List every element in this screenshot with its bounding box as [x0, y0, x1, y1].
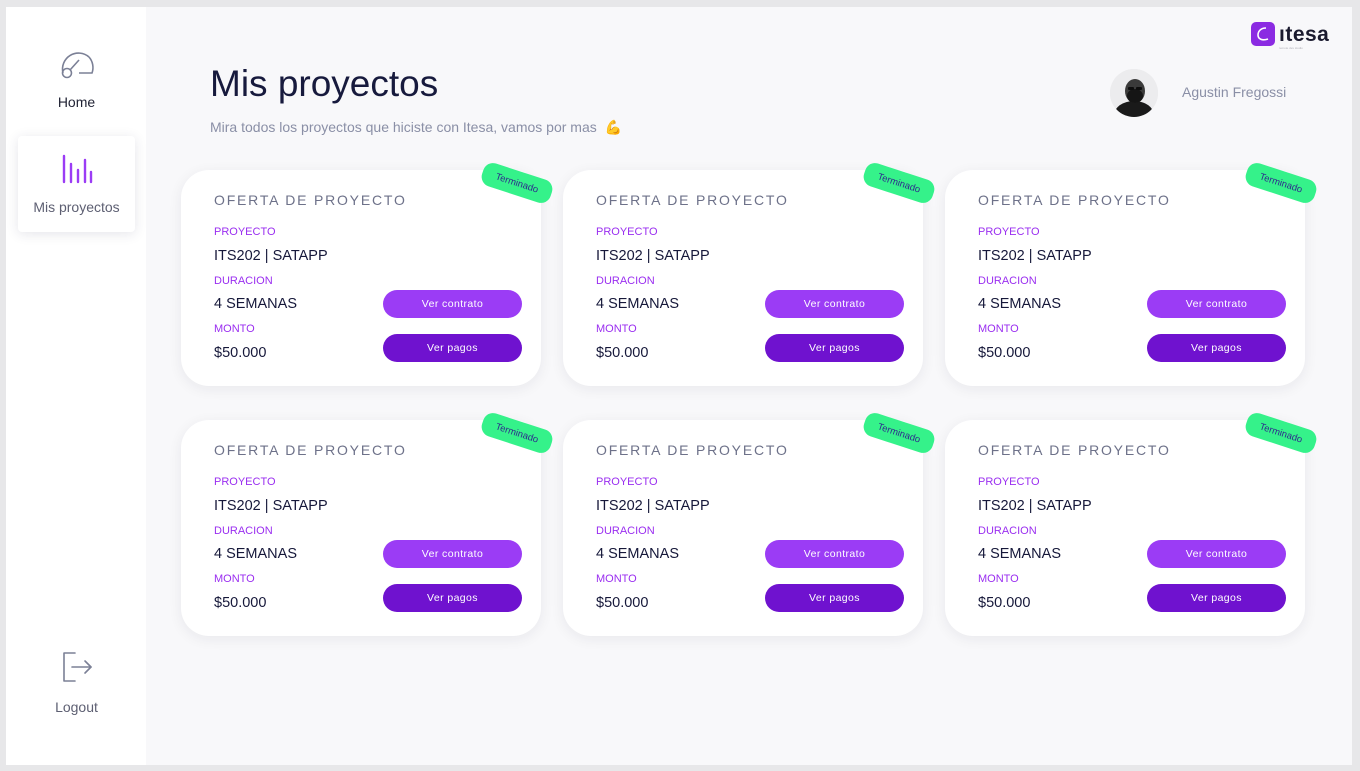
- card-title: OFERTA DE PROYECTO: [596, 192, 789, 208]
- view-payments-button[interactable]: Ver pagos: [765, 584, 904, 612]
- avatar[interactable]: [1110, 69, 1158, 117]
- amount-value: $50.000: [978, 345, 1031, 361]
- project-label: PROYECTO: [214, 226, 276, 238]
- project-label: PROYECTO: [978, 476, 1040, 488]
- amount-value: $50.000: [214, 345, 267, 361]
- status-badge: Terminado: [1243, 160, 1319, 206]
- duration-label: DURACION: [596, 275, 655, 287]
- view-payments-button[interactable]: Ver pagos: [383, 584, 522, 612]
- app-frame: Home Mis proyectos Logout ıtesa remote d…: [6, 7, 1352, 765]
- project-card: OFERTA DE PROYECTO Terminado PROYECTO IT…: [181, 160, 555, 386]
- view-contract-button[interactable]: Ver contrato: [383, 290, 522, 318]
- amount-value: $50.000: [596, 595, 649, 611]
- page-title: Mis proyectos: [210, 63, 439, 104]
- duration-label: DURACION: [978, 525, 1037, 537]
- amount-label: MONTO: [596, 573, 637, 585]
- amount-value: $50.000: [596, 345, 649, 361]
- duration-value: 4 SEMANAS: [214, 546, 297, 562]
- bar-chart-icon: [61, 154, 93, 189]
- amount-label: MONTO: [214, 323, 255, 335]
- sidebar: Home Mis proyectos Logout: [6, 7, 146, 765]
- sidebar-item-mis-proyectos[interactable]: Mis proyectos: [18, 136, 135, 232]
- project-value: ITS202 | SATAPP: [596, 498, 710, 514]
- project-card: OFERTA DE PROYECTO Terminado PROYECTO IT…: [945, 160, 1319, 386]
- subtitle-text: Mira todos los proyectos que hiciste con…: [210, 119, 597, 135]
- view-contract-button[interactable]: Ver contrato: [765, 290, 904, 318]
- amount-label: MONTO: [978, 323, 1019, 335]
- project-label: PROYECTO: [214, 476, 276, 488]
- sidebar-item-home[interactable]: Home: [18, 45, 135, 117]
- status-badge: Terminado: [1243, 410, 1319, 456]
- view-contract-button[interactable]: Ver contrato: [765, 540, 904, 568]
- gauge-icon: [59, 45, 95, 86]
- flexed-biceps-icon: 💪: [604, 119, 623, 135]
- duration-value: 4 SEMANAS: [596, 296, 679, 312]
- status-badge: Terminado: [479, 410, 555, 456]
- project-card: OFERTA DE PROYECTO Terminado PROYECTO IT…: [181, 410, 555, 636]
- duration-value: 4 SEMANAS: [978, 546, 1061, 562]
- view-contract-button[interactable]: Ver contrato: [383, 540, 522, 568]
- card-title: OFERTA DE PROYECTO: [214, 442, 407, 458]
- duration-label: DURACION: [214, 525, 273, 537]
- view-payments-button[interactable]: Ver pagos: [765, 334, 904, 362]
- itesa-logo: ıtesa remote dev studio: [1251, 22, 1330, 50]
- amount-value: $50.000: [214, 595, 267, 611]
- page-subtitle: Mira todos los proyectos que hiciste con…: [210, 119, 622, 136]
- user-name[interactable]: Agustin Fregossi: [1182, 84, 1286, 100]
- project-value: ITS202 | SATAPP: [214, 248, 328, 264]
- amount-label: MONTO: [978, 573, 1019, 585]
- status-badge: Terminado: [861, 410, 937, 456]
- project-value: ITS202 | SATAPP: [214, 498, 328, 514]
- duration-value: 4 SEMANAS: [214, 296, 297, 312]
- amount-label: MONTO: [214, 573, 255, 585]
- duration-label: DURACION: [978, 275, 1037, 287]
- project-value: ITS202 | SATAPP: [596, 248, 710, 264]
- project-label: PROYECTO: [596, 476, 658, 488]
- sidebar-item-label: Logout: [55, 699, 98, 715]
- card-title: OFERTA DE PROYECTO: [596, 442, 789, 458]
- project-label: PROYECTO: [596, 226, 658, 238]
- amount-label: MONTO: [596, 323, 637, 335]
- logo-tagline: remote dev studio: [1279, 46, 1303, 50]
- card-title: OFERTA DE PROYECTO: [214, 192, 407, 208]
- duration-value: 4 SEMANAS: [978, 296, 1061, 312]
- logo-text: ıtesa: [1279, 22, 1330, 46]
- sidebar-item-label: Mis proyectos: [33, 199, 120, 215]
- view-payments-button[interactable]: Ver pagos: [1147, 334, 1286, 362]
- project-card: OFERTA DE PROYECTO Terminado PROYECTO IT…: [563, 160, 937, 386]
- logout-icon: [60, 650, 94, 689]
- status-badge: Terminado: [861, 160, 937, 206]
- project-value: ITS202 | SATAPP: [978, 498, 1092, 514]
- project-value: ITS202 | SATAPP: [978, 248, 1092, 264]
- project-card: OFERTA DE PROYECTO Terminado PROYECTO IT…: [945, 410, 1319, 636]
- status-badge: Terminado: [479, 160, 555, 206]
- view-contract-button[interactable]: Ver contrato: [1147, 540, 1286, 568]
- duration-label: DURACION: [214, 275, 273, 287]
- itesa-logo-icon: [1251, 22, 1275, 46]
- duration-value: 4 SEMANAS: [596, 546, 679, 562]
- sidebar-item-label: Home: [57, 94, 96, 110]
- project-card: OFERTA DE PROYECTO Terminado PROYECTO IT…: [563, 410, 937, 636]
- amount-value: $50.000: [978, 595, 1031, 611]
- view-payments-button[interactable]: Ver pagos: [383, 334, 522, 362]
- project-label: PROYECTO: [978, 226, 1040, 238]
- view-payments-button[interactable]: Ver pagos: [1147, 584, 1286, 612]
- sidebar-item-logout[interactable]: Logout: [18, 650, 135, 722]
- view-contract-button[interactable]: Ver contrato: [1147, 290, 1286, 318]
- card-title: OFERTA DE PROYECTO: [978, 192, 1171, 208]
- duration-label: DURACION: [596, 525, 655, 537]
- card-title: OFERTA DE PROYECTO: [978, 442, 1171, 458]
